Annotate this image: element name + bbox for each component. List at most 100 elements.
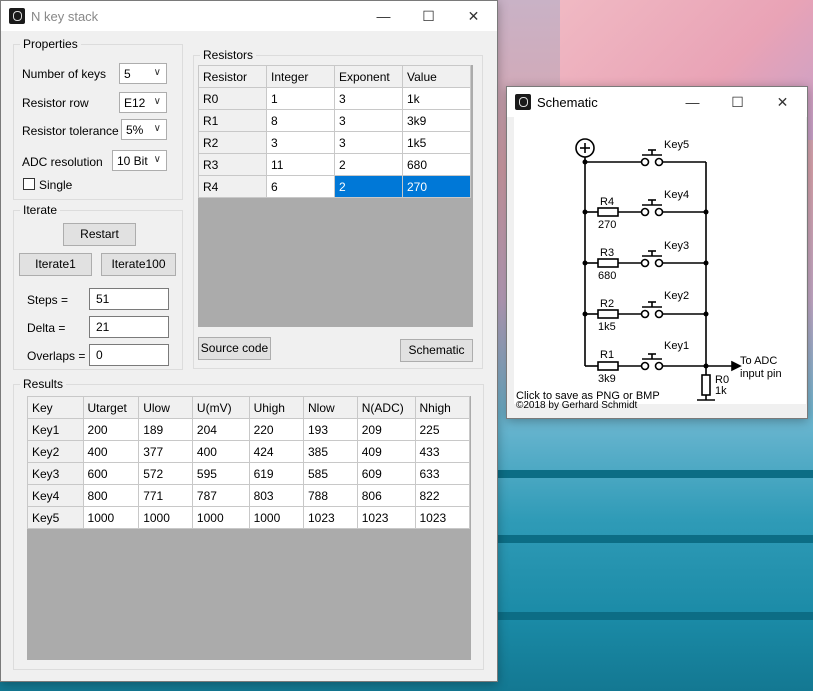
restart-button[interactable]: Restart xyxy=(63,223,136,246)
resistor-row-select[interactable]: E12 ∨ xyxy=(119,92,167,113)
table-cell[interactable]: 377 xyxy=(138,440,193,463)
table-cell[interactable]: 2 xyxy=(334,175,403,198)
table-cell[interactable]: 8 xyxy=(266,109,335,132)
table-cell[interactable]: 433 xyxy=(414,440,470,463)
table-cell[interactable]: 3 xyxy=(334,109,403,132)
table-cell[interactable]: 619 xyxy=(248,462,305,485)
table-row[interactable]: Key1 200 189 204 220 193 209 225 xyxy=(27,418,470,441)
table-cell[interactable]: 822 xyxy=(414,484,470,507)
row-header-cell[interactable]: R2 xyxy=(198,131,267,154)
column-header[interactable]: Value xyxy=(402,65,471,88)
table-cell[interactable]: 385 xyxy=(303,440,358,463)
row-header-cell[interactable]: Key2 xyxy=(27,440,84,463)
row-header-cell[interactable]: Key4 xyxy=(27,484,84,507)
table-cell[interactable]: 633 xyxy=(414,462,470,485)
table-cell[interactable]: 204 xyxy=(191,418,250,441)
table-row[interactable]: R0 1 3 1k xyxy=(198,87,471,110)
overlaps-field[interactable]: 0 xyxy=(89,344,169,366)
column-header[interactable]: Ulow xyxy=(138,396,193,419)
table-cell[interactable]: 680 xyxy=(402,153,471,176)
table-cell[interactable]: 193 xyxy=(303,418,358,441)
resistor-tolerance-select[interactable]: 5% ∨ xyxy=(121,119,167,140)
row-header-cell[interactable]: Key1 xyxy=(27,418,84,441)
maximize-button[interactable]: ☐ xyxy=(406,1,451,31)
table-cell[interactable]: 400 xyxy=(82,440,140,463)
column-header[interactable]: Key xyxy=(27,396,84,419)
column-header[interactable]: Nhigh xyxy=(414,396,470,419)
column-header[interactable]: Resistor xyxy=(198,65,267,88)
table-cell[interactable]: 1 xyxy=(266,87,335,110)
column-header[interactable]: Uhigh xyxy=(248,396,305,419)
row-header-cell[interactable]: R3 xyxy=(198,153,267,176)
row-header-cell[interactable]: R1 xyxy=(198,109,267,132)
table-cell[interactable]: 2 xyxy=(334,153,403,176)
row-header-cell[interactable]: R4 xyxy=(198,175,267,198)
main-titlebar[interactable]: N key stack — ☐ ✕ xyxy=(1,1,497,31)
table-row[interactable]: R1 8 3 3k9 xyxy=(198,109,471,132)
row-header-cell[interactable]: Key5 xyxy=(27,506,84,529)
steps-field[interactable]: 51 xyxy=(89,288,169,310)
table-cell[interactable]: 771 xyxy=(138,484,193,507)
table-row[interactable]: R3 11 2 680 xyxy=(198,153,471,176)
table-cell[interactable]: 3 xyxy=(266,131,335,154)
close-button[interactable]: ✕ xyxy=(451,1,496,31)
results-table[interactable]: Key Utarget Ulow U(mV) Uhigh Nlow N(ADC) Nhigh … xyxy=(27,396,470,529)
adc-resolution-select[interactable]: 10 Bit ∨ xyxy=(112,150,167,171)
table-cell[interactable]: 209 xyxy=(356,418,416,441)
table-cell[interactable]: 1000 xyxy=(248,506,305,529)
resistors-table[interactable]: Resistor Integer Exponent Value R0 1 3 1k R1… xyxy=(198,65,471,198)
table-cell[interactable]: 585 xyxy=(303,462,358,485)
table-cell[interactable]: 3 xyxy=(334,131,403,154)
table-cell[interactable]: 400 xyxy=(191,440,250,463)
column-header[interactable]: N(ADC) xyxy=(356,396,416,419)
table-cell[interactable]: 1k5 xyxy=(402,131,471,154)
table-cell[interactable]: 1k xyxy=(402,87,471,110)
table-cell[interactable]: 6 xyxy=(266,175,335,198)
table-cell[interactable]: 270 xyxy=(402,175,471,198)
table-cell[interactable]: 595 xyxy=(191,462,250,485)
table-row[interactable]: R4 6 2 270 xyxy=(198,175,471,198)
table-row[interactable]: Key3 600 572 595 619 585 609 633 xyxy=(27,462,470,485)
table-cell[interactable]: 424 xyxy=(248,440,305,463)
table-cell[interactable]: 806 xyxy=(356,484,416,507)
minimize-button[interactable]: — xyxy=(361,1,406,31)
table-cell[interactable]: 1000 xyxy=(82,506,140,529)
row-header-cell[interactable]: R0 xyxy=(198,87,267,110)
table-cell[interactable]: 1000 xyxy=(138,506,193,529)
iterate100-button[interactable]: Iterate100 xyxy=(101,253,176,276)
table-cell[interactable]: 800 xyxy=(82,484,140,507)
close-button[interactable]: ✕ xyxy=(760,87,805,117)
number-of-keys-select[interactable]: 5 ∨ xyxy=(119,63,167,84)
table-cell[interactable]: 1023 xyxy=(303,506,358,529)
table-row[interactable]: Key4 800 771 787 803 788 806 822 xyxy=(27,484,470,507)
table-cell[interactable]: 572 xyxy=(138,462,193,485)
maximize-button[interactable]: ☐ xyxy=(715,87,760,117)
column-header[interactable]: Nlow xyxy=(303,396,358,419)
table-cell[interactable]: 3k9 xyxy=(402,109,471,132)
table-cell[interactable]: 3 xyxy=(334,87,403,110)
table-cell[interactable]: 600 xyxy=(82,462,140,485)
table-cell[interactable]: 788 xyxy=(303,484,358,507)
table-row[interactable]: R2 3 3 1k5 xyxy=(198,131,471,154)
table-cell[interactable]: 225 xyxy=(414,418,470,441)
table-cell[interactable]: 1023 xyxy=(414,506,470,529)
table-cell[interactable]: 787 xyxy=(191,484,250,507)
delta-field[interactable]: 21 xyxy=(89,316,169,338)
table-cell[interactable]: 200 xyxy=(82,418,140,441)
column-header[interactable]: Integer xyxy=(266,65,335,88)
table-cell[interactable]: 189 xyxy=(138,418,193,441)
column-header[interactable]: Exponent xyxy=(334,65,403,88)
table-cell[interactable]: 609 xyxy=(356,462,416,485)
column-header[interactable]: U(mV) xyxy=(191,396,250,419)
table-row[interactable]: Key2 400 377 400 424 385 409 433 xyxy=(27,440,470,463)
table-cell[interactable]: 1023 xyxy=(356,506,416,529)
single-checkbox[interactable] xyxy=(23,178,35,190)
iterate1-button[interactable]: Iterate1 xyxy=(19,253,92,276)
schematic-button[interactable]: Schematic xyxy=(400,339,473,362)
table-row[interactable]: Key5 1000 1000 1000 1000 1023 1023 1023 xyxy=(27,506,470,529)
column-header[interactable]: Utarget xyxy=(82,396,140,419)
table-cell[interactable]: 803 xyxy=(248,484,305,507)
schematic-titlebar[interactable]: Schematic — ☐ ✕ xyxy=(507,87,807,117)
row-header-cell[interactable]: Key3 xyxy=(27,462,84,485)
minimize-button[interactable]: — xyxy=(670,87,715,117)
